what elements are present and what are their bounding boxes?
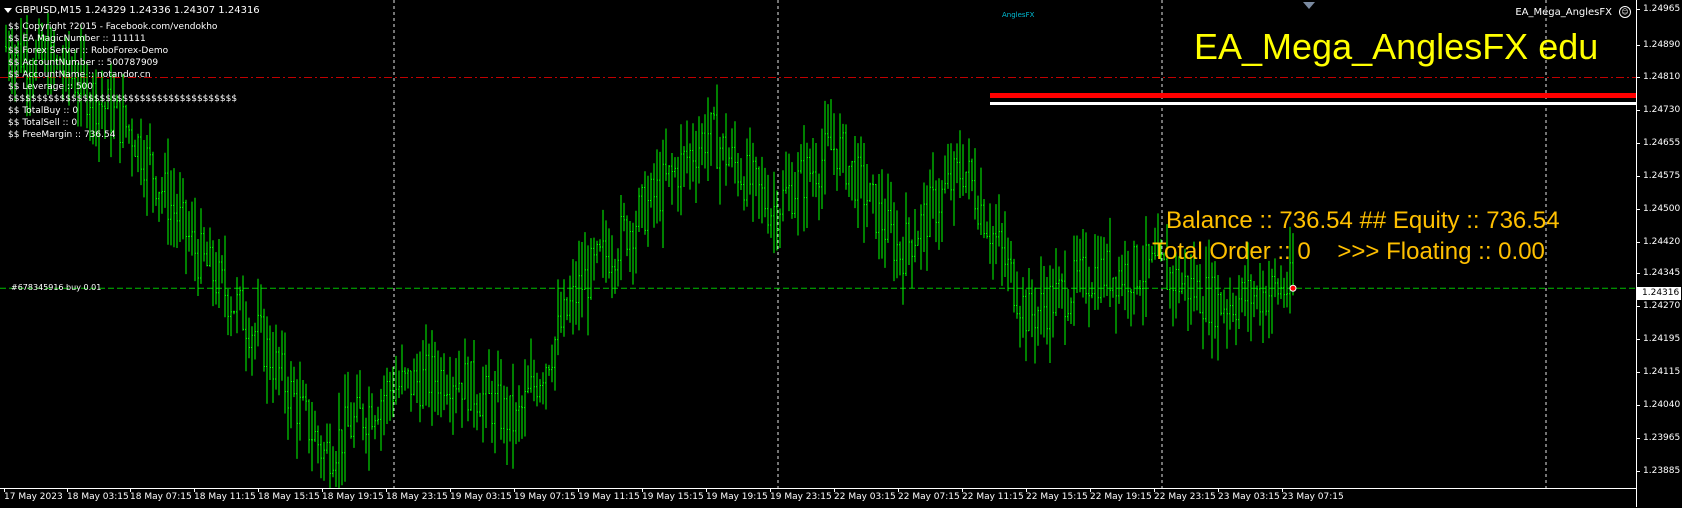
time-tick: 22 May 03:15 <box>834 488 896 502</box>
time-tick: 19 May 11:15 <box>578 488 640 502</box>
current-price-label: 1.24316 <box>1637 287 1681 300</box>
dropdown-triangle-icon[interactable] <box>4 7 12 13</box>
order-line-label[interactable]: #678345916 buy 0.01 <box>11 283 101 292</box>
price-tick: 1.24345 <box>1635 268 1681 278</box>
symbol-header: GBPUSD,M15 1.24329 1.24336 1.24307 1.243… <box>4 5 260 16</box>
price-tick: 1.23965 <box>1635 433 1681 443</box>
time-tick: 19 May 23:15 <box>770 488 832 502</box>
price-tick: 1.24730 <box>1635 105 1681 115</box>
price-tick: 1.24270 <box>1635 301 1681 311</box>
time-tick: 23 May 07:15 <box>1282 488 1344 502</box>
time-tick: 22 May 19:15 <box>1090 488 1152 502</box>
price-tick: 1.24655 <box>1635 138 1681 148</box>
time-tick: 17 May 2023 <box>4 488 63 502</box>
time-tick: 18 May 11:15 <box>194 488 256 502</box>
time-tick: 23 May 03:15 <box>1218 488 1280 502</box>
zone-bar-red <box>990 93 1636 98</box>
info-row: $$ TotalSell :: 0 <box>8 118 78 128</box>
time-tick: 18 May 23:15 <box>386 488 448 502</box>
time-tick: 22 May 15:15 <box>1026 488 1088 502</box>
time-axis[interactable]: 17 May 2023 18 May 03:15 18 May 07:15 18… <box>0 488 1636 508</box>
angles-label: AnglesFX <box>1002 11 1035 19</box>
info-row: $$ FreeMargin :: 736.54 <box>8 130 116 140</box>
time-tick: 18 May 07:15 <box>130 488 192 502</box>
info-panel: $$ Copyright ?2015 - Facebook.com/vendok… <box>8 21 237 141</box>
time-tick: 18 May 03:15 <box>67 488 129 502</box>
price-tick: 1.24040 <box>1635 400 1681 410</box>
ea-title: EA_Mega_AnglesFX edu <box>1194 26 1599 67</box>
price-tick: 1.24965 <box>1635 4 1681 14</box>
info-row: $$ AccountNumber :: 500787909 <box>8 58 159 68</box>
smiley-icon[interactable]: ☺ <box>1619 6 1631 18</box>
info-row: $$ EA MagicNumber :: 111111 <box>8 34 146 44</box>
info-row: $$ Copyright ?2015 - Facebook.com/vendok… <box>8 22 218 32</box>
orders-floating-text: Total Order :: 0 >>> Floating :: 0.00 <box>1152 238 1545 265</box>
time-tick: 18 May 19:15 <box>322 488 384 502</box>
price-tick: 1.24195 <box>1635 334 1681 344</box>
info-row: $$$$$$$$$$$$$$$$$$$$$$$$$$$$$$$$$$$$$$$$ <box>8 94 238 104</box>
current-price-marker <box>1289 284 1297 292</box>
price-tick: 1.24115 <box>1635 367 1681 377</box>
time-tick: 18 May 15:15 <box>258 488 320 502</box>
price-tick: 1.24890 <box>1635 40 1681 50</box>
price-tick: 1.23885 <box>1635 466 1681 476</box>
time-tick: 22 May 11:15 <box>962 488 1024 502</box>
price-axis[interactable]: 1.24965 1.24890 1.24810 1.24730 1.24655 … <box>1635 0 1682 507</box>
time-tick: 19 May 03:15 <box>450 488 512 502</box>
time-tick: 19 May 19:15 <box>706 488 768 502</box>
time-tick: 19 May 15:15 <box>642 488 704 502</box>
price-tick: 1.24420 <box>1635 237 1681 247</box>
time-tick: 22 May 23:15 <box>1154 488 1216 502</box>
symbol-header-text: GBPUSD,M15 1.24329 1.24336 1.24307 1.243… <box>15 5 260 16</box>
price-tick: 1.24575 <box>1635 171 1681 181</box>
time-tick: 22 May 07:15 <box>898 488 960 502</box>
price-tick: 1.24810 <box>1635 72 1681 82</box>
price-tick: 1.24500 <box>1635 204 1681 214</box>
zone-bar-white <box>990 102 1636 105</box>
info-row: $$ Leverage :: 500 <box>8 82 93 92</box>
balance-equity-text: Balance :: 736.54 ## Equity :: 736.54 <box>1166 207 1560 234</box>
shift-marker-icon[interactable] <box>1303 2 1315 9</box>
info-row: $$ TotalBuy :: 0 <box>8 106 79 116</box>
info-row: $$ AccountName :: notandor.cn <box>8 70 151 80</box>
ea-name-label[interactable]: EA_Mega_AnglesFX <box>1515 7 1612 18</box>
info-row: $$ Forex Server :: RoboForex-Demo <box>8 46 169 56</box>
time-tick: 19 May 07:15 <box>514 488 576 502</box>
